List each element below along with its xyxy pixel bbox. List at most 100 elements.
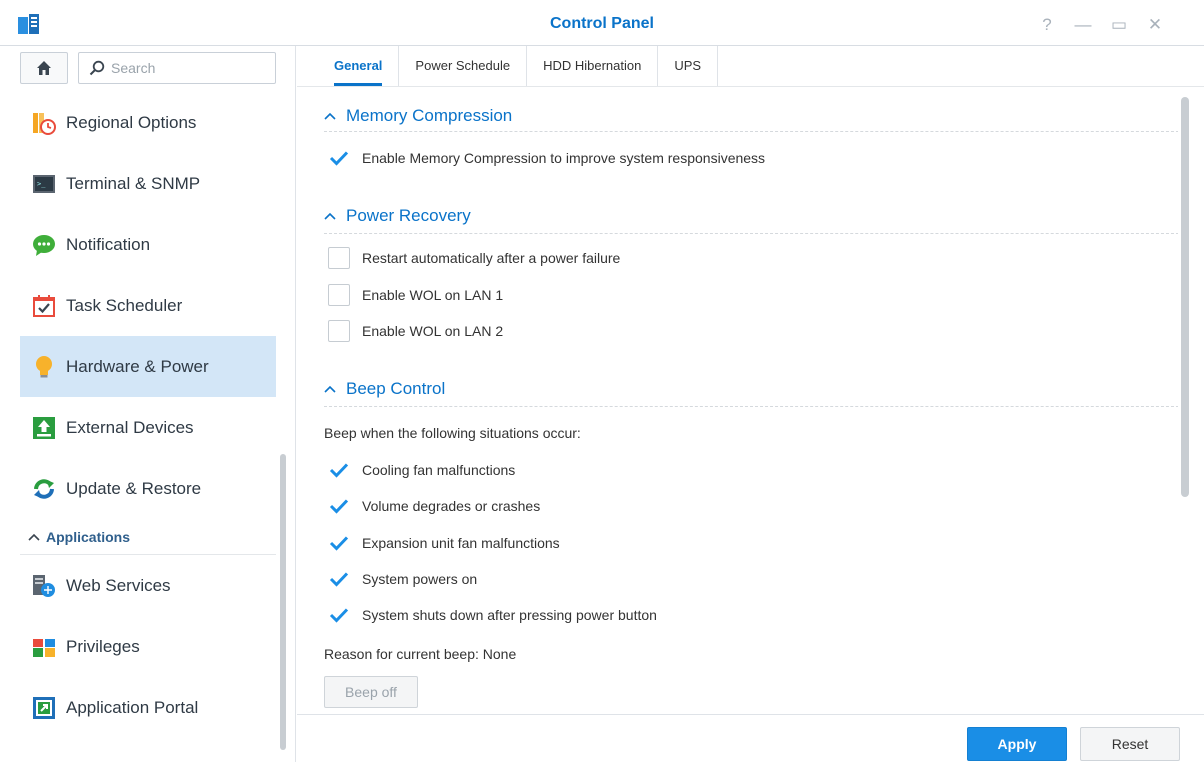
sidebar-item-label: Task Scheduler xyxy=(66,295,183,315)
regional-options-icon xyxy=(33,112,56,135)
beep-off-button[interactable]: Beep off xyxy=(324,676,418,708)
checkbox-label: Cooling fan malfunctions xyxy=(362,462,516,478)
checkbox-label: Volume degrades or crashes xyxy=(362,498,541,514)
sidebar-item-notification[interactable]: Notification xyxy=(20,214,276,275)
search-field[interactable] xyxy=(78,52,276,84)
svg-text:>_: >_ xyxy=(37,180,46,188)
checkbox-label: System shuts down after pressing power b… xyxy=(362,607,657,623)
checkbox[interactable] xyxy=(328,284,350,306)
close-icon[interactable]: ✕ xyxy=(1140,10,1170,40)
home-icon xyxy=(37,61,51,75)
restart-after-power-failure-option[interactable]: Restart automatically after a power fail… xyxy=(328,246,620,270)
footer-bar: Apply Reset xyxy=(297,714,1204,762)
sidebar-nav: Regional Options >_ Terminal & SNMP Noti… xyxy=(20,92,276,738)
tab-bar: General Power Schedule HDD Hibernation U… xyxy=(318,46,719,86)
beep-intro-text: Beep when the following situations occur… xyxy=(324,425,581,441)
checkbox[interactable] xyxy=(328,247,350,269)
beep-volume-option[interactable]: Volume degrades or crashes xyxy=(328,494,540,518)
checkbox[interactable] xyxy=(328,568,350,590)
section-title: Beep Control xyxy=(346,379,446,398)
sidebar-item-application-portal[interactable]: Application Portal xyxy=(20,677,276,738)
checkmark-icon xyxy=(329,608,349,623)
window-title: Control Panel xyxy=(549,15,654,32)
wol-lan1-option[interactable]: Enable WOL on LAN 1 xyxy=(328,283,503,307)
checkmark-icon xyxy=(329,499,349,514)
content-scrollbar[interactable] xyxy=(1181,97,1189,497)
title-bar: Control Panel ? — ▭ ✕ xyxy=(0,0,1204,46)
external-devices-icon xyxy=(33,416,55,439)
minimize-icon[interactable]: — xyxy=(1068,10,1098,40)
sidebar-item-web-services[interactable]: Web Services xyxy=(20,555,276,616)
wol-lan2-option[interactable]: Enable WOL on LAN 2 xyxy=(328,319,503,343)
sidebar-item-label: External Devices xyxy=(66,417,194,437)
sidebar-scrollbar[interactable] xyxy=(280,454,286,750)
beep-power-on-option[interactable]: System powers on xyxy=(328,567,477,591)
sidebar-item-label: Terminal & SNMP xyxy=(66,173,201,193)
search-icon xyxy=(89,60,105,76)
checkbox[interactable] xyxy=(328,320,350,342)
sidebar-item-label: Notification xyxy=(66,234,151,254)
beep-expansion-fan-option[interactable]: Expansion unit fan malfunctions xyxy=(328,531,560,555)
reset-button[interactable]: Reset xyxy=(1080,727,1180,761)
checkmark-icon xyxy=(329,463,349,478)
beep-fan-option[interactable]: Cooling fan malfunctions xyxy=(328,458,515,482)
terminal-icon: >_ xyxy=(33,174,55,193)
privileges-icon xyxy=(33,638,55,657)
sidebar: Regional Options >_ Terminal & SNMP Noti… xyxy=(0,46,296,762)
maximize-icon[interactable]: ▭ xyxy=(1104,10,1134,40)
section-title: Memory Compression xyxy=(346,106,513,125)
sidebar-item-label: Application Portal xyxy=(66,697,199,717)
memory-compression-header[interactable]: Memory Compression xyxy=(324,103,512,129)
checkbox-label: Enable Memory Compression to improve sys… xyxy=(362,150,766,166)
help-icon[interactable]: ? xyxy=(1032,10,1062,40)
sidebar-item-terminal-snmp[interactable]: >_ Terminal & SNMP xyxy=(20,153,276,214)
beep-shutdown-option[interactable]: System shuts down after pressing power b… xyxy=(328,603,657,627)
checkbox-label: Restart automatically after a power fail… xyxy=(362,250,621,266)
checkmark-icon xyxy=(329,536,349,551)
section-title: Power Recovery xyxy=(346,206,471,225)
sidebar-item-task-scheduler[interactable]: Task Scheduler xyxy=(20,275,276,336)
web-services-icon xyxy=(33,574,55,597)
sidebar-item-label: Web Services xyxy=(66,575,171,595)
search-input[interactable] xyxy=(111,60,261,76)
applications-section-header[interactable]: Applications xyxy=(20,519,276,555)
general-tab-content: Memory Compression Enable Memory Compres… xyxy=(298,87,1178,714)
update-restore-icon xyxy=(34,478,54,499)
apply-button[interactable]: Apply xyxy=(967,727,1067,761)
checkbox-label: Enable WOL on LAN 1 xyxy=(362,287,504,303)
sidebar-item-label: Hardware & Power xyxy=(66,356,209,376)
tab-hdd-hibernation[interactable]: HDD Hibernation xyxy=(527,46,659,86)
sidebar-item-update-restore[interactable]: Update & Restore xyxy=(20,458,276,519)
chevron-up-icon xyxy=(28,533,40,541)
memory-compression-option[interactable]: Enable Memory Compression to improve sys… xyxy=(328,146,765,170)
checkbox[interactable] xyxy=(328,604,350,626)
sidebar-item-regional-options[interactable]: Regional Options xyxy=(20,92,276,153)
checkbox[interactable] xyxy=(328,495,350,517)
tab-power-schedule[interactable]: Power Schedule xyxy=(399,46,528,86)
checkbox[interactable] xyxy=(328,459,350,481)
tab-general[interactable]: General xyxy=(318,46,400,86)
section-divider xyxy=(324,406,1178,407)
beep-reason-text: Reason for current beep: None xyxy=(324,646,517,662)
sidebar-item-label: Regional Options xyxy=(66,112,197,132)
chevron-up-icon xyxy=(324,385,336,393)
checkbox[interactable] xyxy=(328,147,350,169)
application-portal-icon xyxy=(33,696,55,719)
hardware-power-icon xyxy=(36,355,52,377)
sidebar-item-hardware-power[interactable]: Hardware & Power xyxy=(20,336,276,397)
sidebar-item-external-devices[interactable]: External Devices xyxy=(20,397,276,458)
chevron-up-icon xyxy=(324,212,336,220)
beep-control-header[interactable]: Beep Control xyxy=(324,376,445,402)
sidebar-item-privileges[interactable]: Privileges xyxy=(20,616,276,677)
chevron-up-icon xyxy=(324,112,336,120)
section-divider xyxy=(324,233,1178,234)
home-button[interactable] xyxy=(20,52,68,84)
applications-section-label: Applications xyxy=(46,528,131,545)
task-scheduler-icon xyxy=(33,294,55,317)
notification-icon xyxy=(33,234,55,256)
checkbox-label: System powers on xyxy=(362,571,478,587)
power-recovery-header[interactable]: Power Recovery xyxy=(324,203,471,229)
checkbox[interactable] xyxy=(328,532,350,554)
sidebar-item-label: Update & Restore xyxy=(66,478,202,498)
tab-ups[interactable]: UPS xyxy=(658,46,719,86)
